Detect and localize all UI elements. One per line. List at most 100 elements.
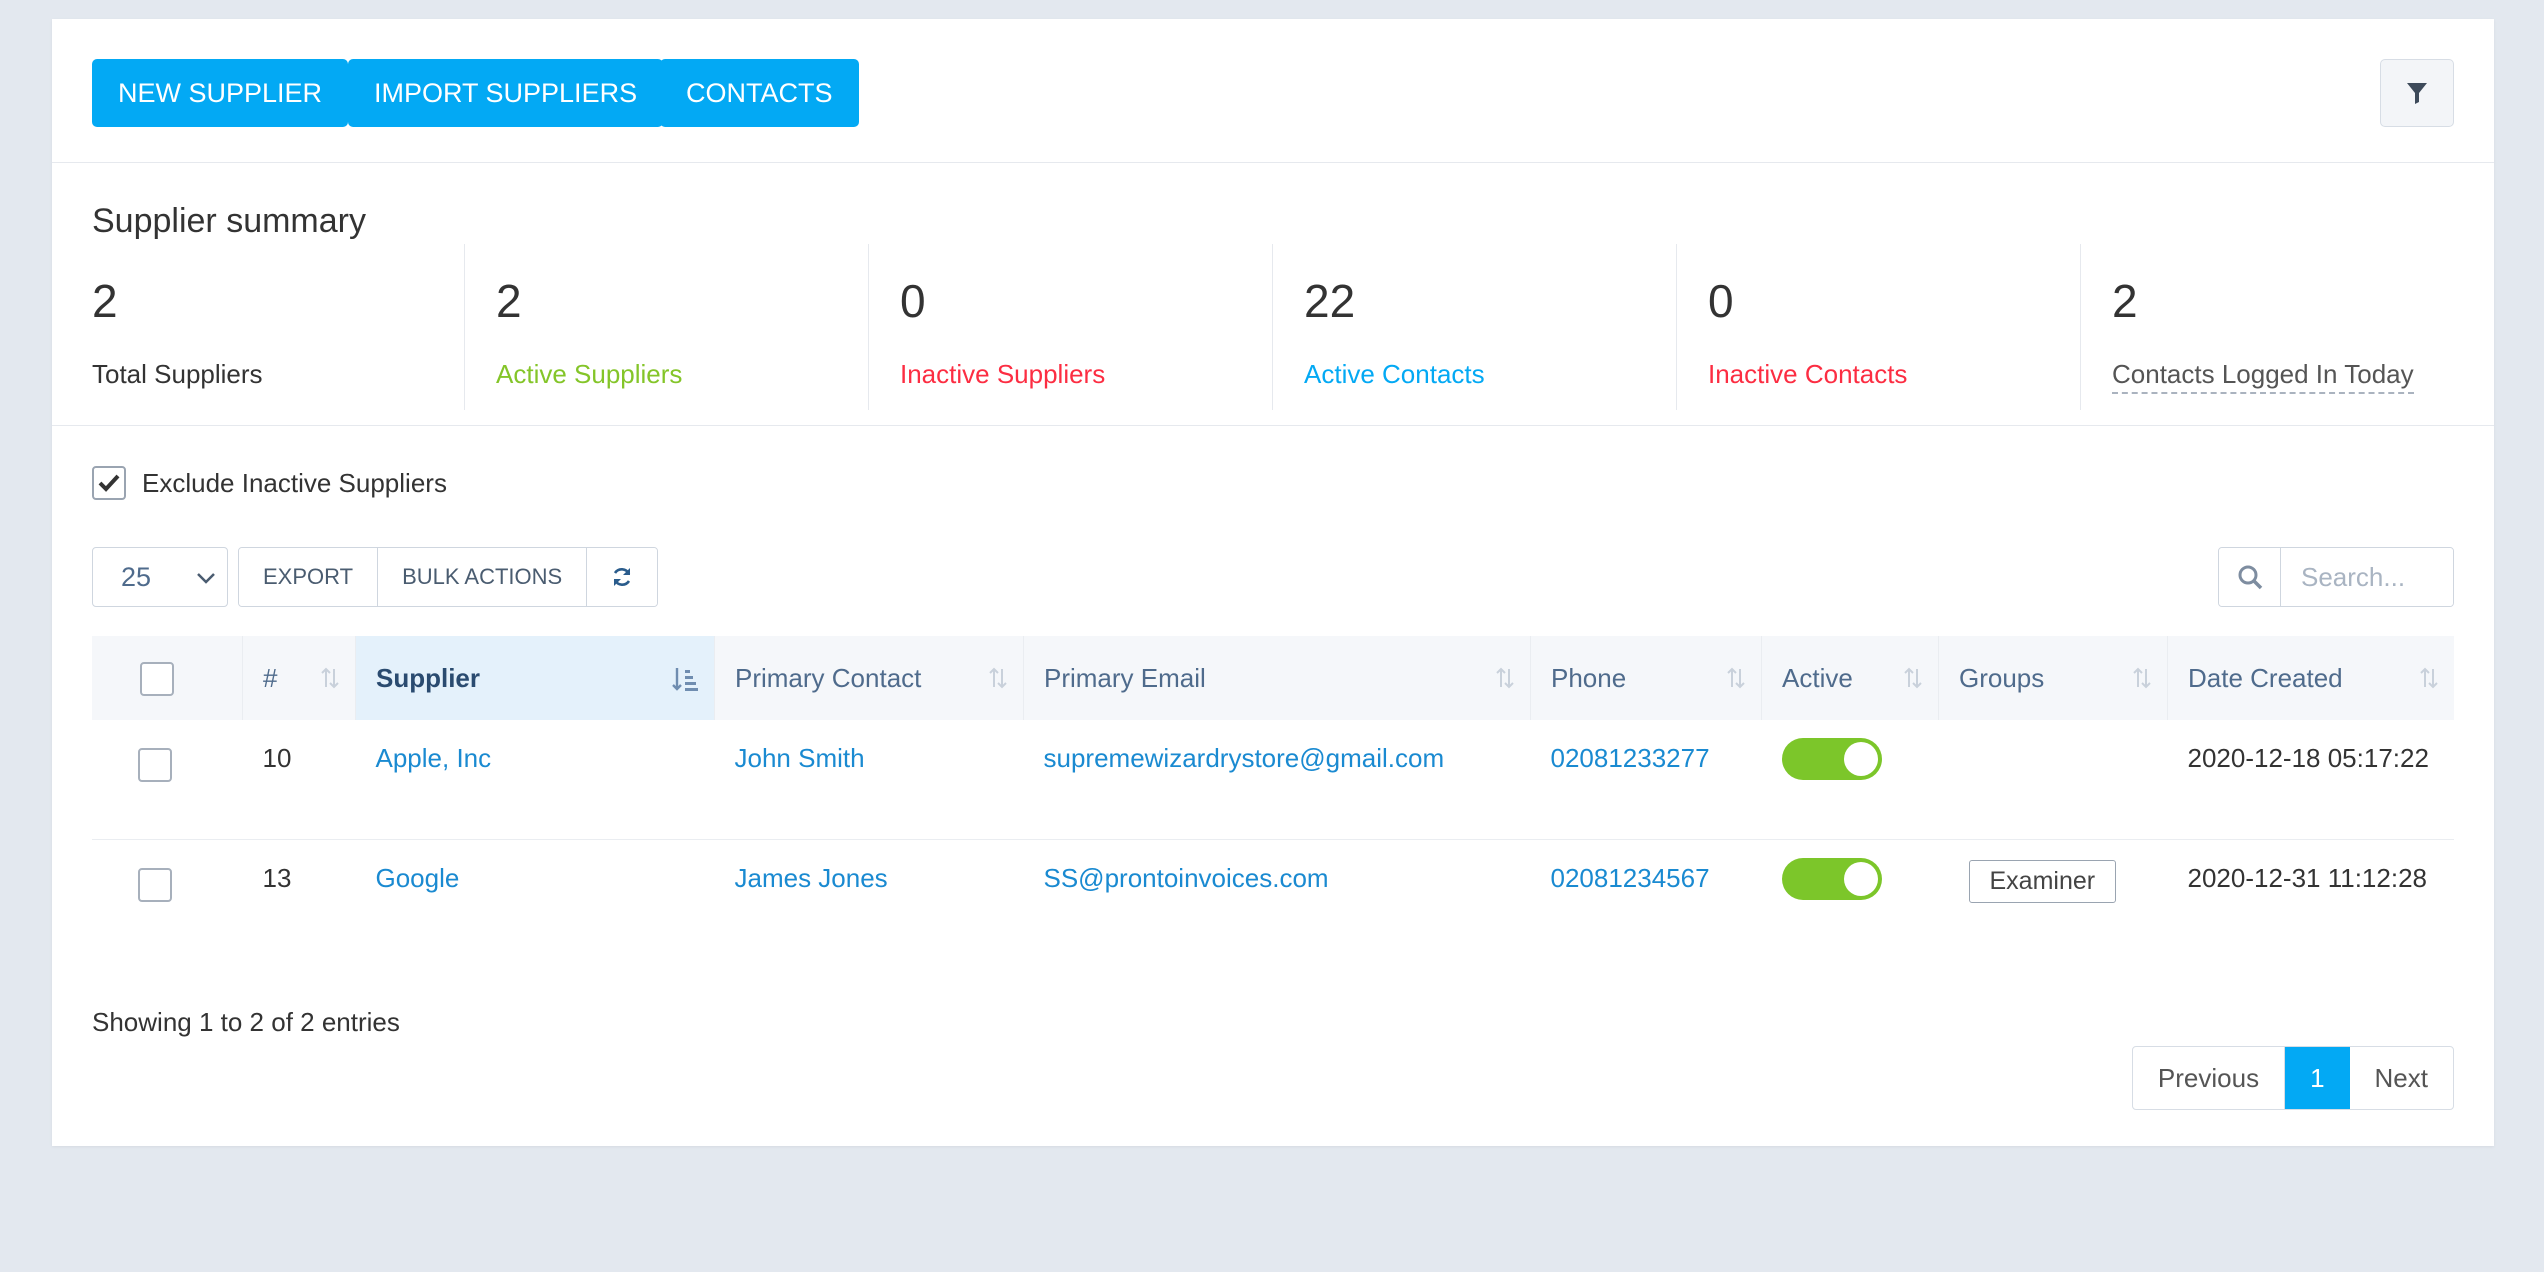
- supplier-link[interactable]: Google: [376, 840, 715, 894]
- col-id-label: #: [263, 662, 278, 693]
- exclude-inactive-label[interactable]: Exclude Inactive Suppliers: [142, 468, 447, 499]
- phone-cell: 02081234567: [1531, 840, 1762, 960]
- top-toolbar: NEW SUPPLIER IMPORT SUPPLIERS CONTACTS: [52, 19, 2494, 163]
- page-1-button[interactable]: 1: [2285, 1047, 2350, 1109]
- email-link[interactable]: supremewizardrystore@gmail.com: [1044, 720, 1531, 774]
- date-created: 2020-12-18 05:17:22: [2187, 743, 2429, 773]
- stat-value: 0: [1708, 275, 1734, 327]
- col-date-created[interactable]: Date Created: [2168, 636, 2455, 720]
- table-actions-group: EXPORT BULK ACTIONS: [238, 547, 659, 607]
- bulk-actions-button[interactable]: BULK ACTIONS: [378, 548, 588, 606]
- sort-icon: [1496, 667, 1514, 689]
- col-supplier-label: Supplier: [376, 662, 481, 693]
- col-primary-email-label: Primary Email: [1044, 662, 1206, 693]
- select-all-header: [92, 636, 243, 720]
- email-cell: SS@prontoinvoices.com: [1024, 840, 1531, 960]
- email-link[interactable]: SS@prontoinvoices.com: [1044, 840, 1531, 894]
- contacts-button[interactable]: CONTACTS: [660, 59, 859, 127]
- sort-icon: [1727, 667, 1745, 689]
- col-date-created-label: Date Created: [2188, 662, 2343, 693]
- col-primary-contact[interactable]: Primary Contact: [714, 636, 1024, 720]
- table-row: 10 Apple, Inc John Smith supremewizardry…: [92, 720, 2454, 840]
- select-all-checkbox[interactable]: [140, 661, 174, 696]
- col-active-label: Active: [1782, 662, 1853, 693]
- refresh-icon: [614, 568, 631, 586]
- phone-cell: 02081233277: [1530, 720, 1762, 840]
- main-panel: NEW SUPPLIER IMPORT SUPPLIERS CONTACTS S…: [52, 19, 2494, 1146]
- date-cell: 2020-12-18 05:17:22: [2167, 720, 2454, 840]
- search-box: [2218, 547, 2454, 607]
- col-id[interactable]: #: [242, 636, 356, 720]
- col-phone-label: Phone: [1551, 662, 1627, 693]
- col-primary-contact-label: Primary Contact: [735, 662, 922, 693]
- date-cell: 2020-12-31 11:12:28: [2168, 840, 2455, 960]
- supplier-cell: Apple, Inc: [355, 720, 715, 840]
- import-suppliers-button[interactable]: IMPORT SUPPLIERS: [348, 59, 664, 127]
- active-cell: [1761, 720, 1939, 840]
- stat-label: Inactive Contacts: [1708, 359, 1908, 389]
- export-button[interactable]: EXPORT: [239, 548, 379, 606]
- chevron-down-icon: [197, 573, 215, 584]
- stat-label: Total Suppliers: [92, 359, 263, 389]
- row-select-cell: [92, 840, 243, 960]
- contact-cell: John Smith: [714, 720, 1024, 840]
- next-page-button[interactable]: Next: [2350, 1047, 2453, 1109]
- previous-page-button[interactable]: Previous: [2133, 1047, 2286, 1109]
- row-id: 13: [262, 863, 292, 893]
- active-toggle[interactable]: [1781, 858, 1882, 900]
- group-badge: Examiner: [1968, 860, 2117, 903]
- filter-button[interactable]: [2380, 59, 2454, 127]
- stat-label: Active Suppliers: [496, 359, 683, 389]
- table-row: 13 Google James Jones SS@prontoinvoices.…: [92, 840, 2454, 960]
- stat-value: 0: [900, 275, 926, 327]
- sort-icon: [321, 667, 339, 689]
- col-groups-label: Groups: [1959, 662, 2045, 693]
- stat-value: 2: [496, 275, 522, 327]
- id-cell: 10: [242, 720, 356, 840]
- new-supplier-button[interactable]: NEW SUPPLIER: [92, 59, 349, 127]
- id-cell: 13: [243, 840, 356, 960]
- phone-link[interactable]: 02081234567: [1551, 840, 1762, 894]
- contact-link[interactable]: John Smith: [735, 720, 1024, 774]
- col-phone[interactable]: Phone: [1530, 636, 1762, 720]
- col-groups[interactable]: Groups: [1938, 636, 2168, 720]
- sort-icon: [1904, 667, 1922, 689]
- row-select-cell: [92, 720, 243, 840]
- stat-value: 2: [92, 275, 118, 327]
- row-checkbox[interactable]: [138, 868, 172, 902]
- sort-icon: [2133, 667, 2151, 689]
- table-info: Showing 1 to 2 of 2 entries: [92, 1007, 400, 1037]
- stat-label[interactable]: Contacts Logged In Today: [2112, 359, 2414, 394]
- page-length-value: 25: [121, 562, 152, 592]
- summary-title: Supplier summary: [92, 202, 366, 240]
- search-input[interactable]: [2281, 548, 2453, 606]
- sort-icon: [989, 667, 1007, 689]
- phone-link[interactable]: 02081233277: [1551, 720, 1762, 774]
- row-id: 10: [262, 743, 292, 773]
- sort-icon: [2420, 667, 2438, 689]
- groups-cell: Examiner: [1939, 840, 2168, 960]
- row-checkbox[interactable]: [138, 748, 172, 782]
- refresh-button[interactable]: [587, 548, 658, 606]
- active-cell: [1762, 840, 1939, 960]
- filter-icon: [2407, 83, 2427, 104]
- col-supplier[interactable]: Supplier: [355, 636, 715, 720]
- stat-value: 22: [1304, 275, 1356, 327]
- exclude-inactive-checkbox[interactable]: [92, 466, 126, 500]
- suppliers-table: # Supplier Primary Contact Primary Email…: [92, 636, 2454, 959]
- stat-label: Inactive Suppliers: [900, 359, 1106, 389]
- col-primary-email[interactable]: Primary Email: [1023, 636, 1531, 720]
- supplier-link[interactable]: Apple, Inc: [376, 720, 715, 774]
- contact-cell: James Jones: [715, 840, 1024, 960]
- active-toggle[interactable]: [1781, 738, 1882, 780]
- sort-asc-icon: [672, 668, 698, 691]
- supplier-cell: Google: [356, 840, 715, 960]
- contact-link[interactable]: James Jones: [735, 840, 1024, 894]
- table-header-row: # Supplier Primary Contact Primary Email…: [92, 636, 2454, 720]
- date-created: 2020-12-31 11:12:28: [2187, 863, 2428, 893]
- col-active[interactable]: Active: [1761, 636, 1939, 720]
- page-length-select[interactable]: 25: [92, 547, 228, 607]
- check-icon: [98, 474, 120, 492]
- search-icon: [2219, 548, 2281, 606]
- pagination: Previous 1 Next: [2131, 1046, 2454, 1110]
